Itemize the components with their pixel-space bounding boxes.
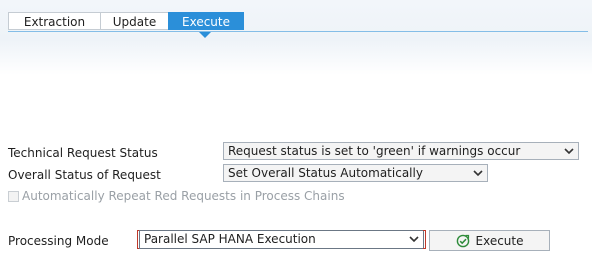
auto-repeat-label: Automatically Repeat Red Requests in Pro… xyxy=(22,189,345,203)
processing-mode-label: Processing Mode xyxy=(8,234,109,248)
execute-icon xyxy=(456,234,469,247)
execute-button[interactable]: Execute xyxy=(429,230,550,251)
tab-update[interactable]: Update xyxy=(100,12,168,30)
active-tab-indicator xyxy=(199,32,211,38)
chevron-down-icon xyxy=(473,170,483,177)
execute-button-label: Execute xyxy=(475,233,524,248)
auto-repeat-row: Automatically Repeat Red Requests in Pro… xyxy=(8,188,345,204)
processing-mode-value: Parallel SAP HANA Execution xyxy=(144,232,316,246)
tab-execute[interactable]: Execute xyxy=(168,12,244,30)
technical-status-value: Request status is set to 'green' if warn… xyxy=(228,144,521,158)
processing-mode-select[interactable]: Parallel SAP HANA Execution xyxy=(139,230,424,249)
overall-status-value: Set Overall Status Automatically xyxy=(228,166,423,180)
execute-tab-panel xyxy=(0,0,592,263)
tab-underline xyxy=(8,31,588,32)
auto-repeat-checkbox[interactable] xyxy=(8,190,19,202)
technical-status-label: Technical Request Status xyxy=(8,146,158,160)
overall-status-label: Overall Status of Request xyxy=(8,168,161,182)
tab-extraction[interactable]: Extraction xyxy=(8,12,100,30)
chevron-down-icon xyxy=(409,236,419,243)
technical-status-select[interactable]: Request status is set to 'green' if warn… xyxy=(223,142,579,160)
focus-marker-right xyxy=(423,230,426,249)
chevron-down-icon xyxy=(564,148,574,155)
overall-status-select[interactable]: Set Overall Status Automatically xyxy=(223,164,488,182)
tabstrip: Extraction Update Execute xyxy=(8,12,244,31)
